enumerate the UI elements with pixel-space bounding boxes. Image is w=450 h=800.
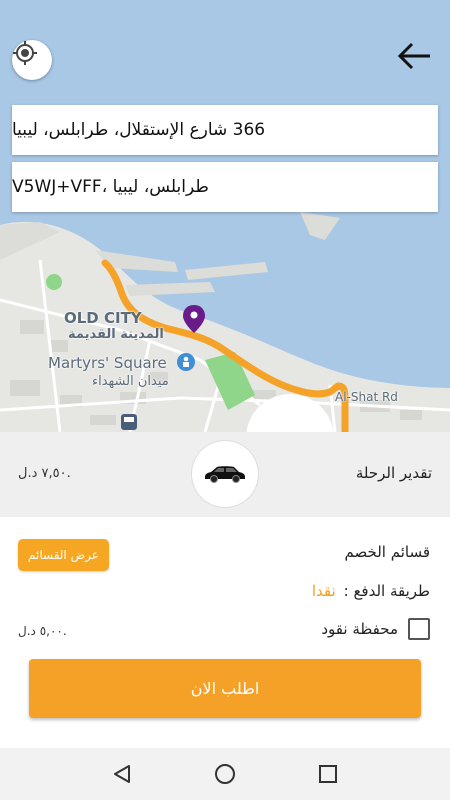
pickup-address-field[interactable]: 366 شارع الإستقلال، طرابلس، ليبيا [12, 105, 438, 155]
map-label-old-city: OLD CITY [64, 309, 142, 327]
wallet-label: محفظة نقود [321, 620, 398, 638]
car-icon [205, 466, 245, 483]
crosshair-icon [13, 41, 37, 65]
trip-estimate-title: تقدير الرحلة [355, 464, 432, 482]
map-label-martyrs-square: Martyrs' Square [48, 354, 167, 372]
pickup-address-text: 366 شارع الإستقلال، طرابلس، ليبيا [12, 120, 266, 140]
nav-home-button[interactable] [205, 754, 245, 794]
back-button[interactable] [398, 42, 438, 80]
nav-recents-button[interactable] [308, 754, 348, 794]
discount-vouchers-label: قسائم الخصم [344, 543, 430, 561]
triangle-back-icon [113, 765, 130, 783]
map-label-old-city-ar: المدينة القديمة [68, 327, 164, 342]
my-location-button[interactable] [12, 40, 52, 80]
order-now-button[interactable]: اطلب الان [29, 659, 421, 718]
trip-estimate-bar: ٧,٥٠ د.ل. تقدير الرحلة [0, 432, 450, 517]
destination-address-field[interactable]: V5WJ+VFF، طرابلس، ليبيا [12, 162, 438, 212]
nav-back-button[interactable] [102, 754, 142, 794]
show-vouchers-button[interactable]: عرض القسائم [18, 539, 109, 571]
map-label-martyrs-square-ar: ميدان الشهداء [92, 374, 169, 389]
wallet-amount: ٥,٠٠ د.ل. [18, 624, 67, 638]
arrow-right-icon [398, 42, 430, 70]
map-label-street: Al-Shat Rd [335, 390, 398, 404]
map-view[interactable]: OLD CITY المدينة القديمة Martyrs' Square… [0, 0, 450, 432]
payment-method-label: طريقة الدفع : [343, 582, 430, 600]
system-nav-bar [0, 748, 450, 800]
trip-estimate-price: ٧,٥٠ د.ل. [18, 466, 71, 481]
circle-home-icon [214, 764, 235, 784]
payment-method-row[interactable]: طريقة الدفع : نقدا [312, 582, 430, 600]
payment-method-value[interactable]: نقدا [312, 582, 336, 600]
wallet-checkbox[interactable] [408, 618, 430, 640]
car-type-selector[interactable] [192, 441, 258, 507]
destination-address-text: V5WJ+VFF، طرابلس، ليبيا [12, 177, 209, 197]
order-panel: قسائم الخصم عرض القسائم طريقة الدفع : نق… [0, 517, 450, 748]
square-recents-icon [319, 765, 338, 783]
wallet-row[interactable]: محفظة نقود [321, 618, 430, 640]
